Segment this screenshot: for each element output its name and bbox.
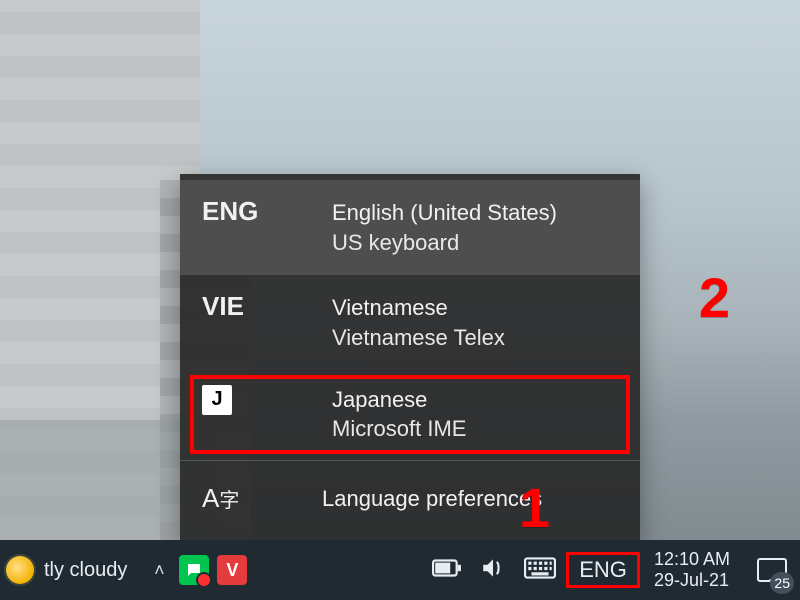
language-preferences-icon: A字 [202, 483, 322, 514]
action-center-button[interactable]: 25 [744, 540, 800, 600]
language-name-group: Japanese Microsoft IME [332, 385, 618, 444]
keyboard-layout: Microsoft IME [332, 414, 618, 444]
language-item-vietnamese[interactable]: VIE Vietnamese Vietnamese Telex [180, 275, 640, 370]
taskbar: tly cloudy ˄ V ENG 12:10 AM 29-Jul-21 [0, 540, 800, 600]
battery-icon[interactable] [432, 559, 462, 582]
language-preferences-link[interactable]: A字 Language preferences [180, 463, 640, 540]
weather-text: tly cloudy [44, 559, 127, 582]
taskbar-clock[interactable]: 12:10 AM 29-Jul-21 [640, 549, 744, 590]
tray-app-line-icon[interactable] [179, 555, 209, 585]
clock-time: 12:10 AM [654, 549, 730, 570]
language-title: Japanese [332, 385, 618, 415]
weather-icon [6, 556, 34, 584]
flyout-divider [180, 460, 640, 461]
language-name-group: English (United States) US keyboard [332, 198, 618, 257]
language-name-group: Vietnamese Vietnamese Telex [332, 293, 618, 352]
tray-overflow-chevron-icon[interactable]: ˄ [145, 560, 173, 581]
volume-icon[interactable] [480, 555, 506, 586]
notification-count-badge: 25 [770, 572, 794, 594]
tray-icons: V [173, 555, 253, 585]
weather-widget[interactable]: tly cloudy [0, 540, 127, 600]
system-tray [422, 555, 566, 586]
language-code: VIE [202, 293, 322, 319]
language-title: English (United States) [332, 198, 618, 228]
keyboard-layout: US keyboard [332, 228, 618, 258]
keyboard-layout: Vietnamese Telex [332, 323, 618, 353]
language-item-japanese[interactable]: J Japanese Microsoft IME [180, 371, 640, 458]
language-switcher-flyout: ENG English (United States) US keyboard … [180, 174, 640, 540]
japanese-ime-icon: J [202, 385, 232, 415]
clock-date: 29-Jul-21 [654, 570, 729, 591]
language-code: ENG [202, 198, 322, 224]
language-item-english[interactable]: ENG English (United States) US keyboard [180, 180, 640, 275]
language-preferences-label: Language preferences [322, 486, 618, 512]
touch-keyboard-icon[interactable] [524, 557, 556, 584]
language-indicator[interactable]: ENG [566, 552, 640, 588]
language-title: Vietnamese [332, 293, 618, 323]
tray-app-unikey-icon[interactable]: V [217, 555, 247, 585]
